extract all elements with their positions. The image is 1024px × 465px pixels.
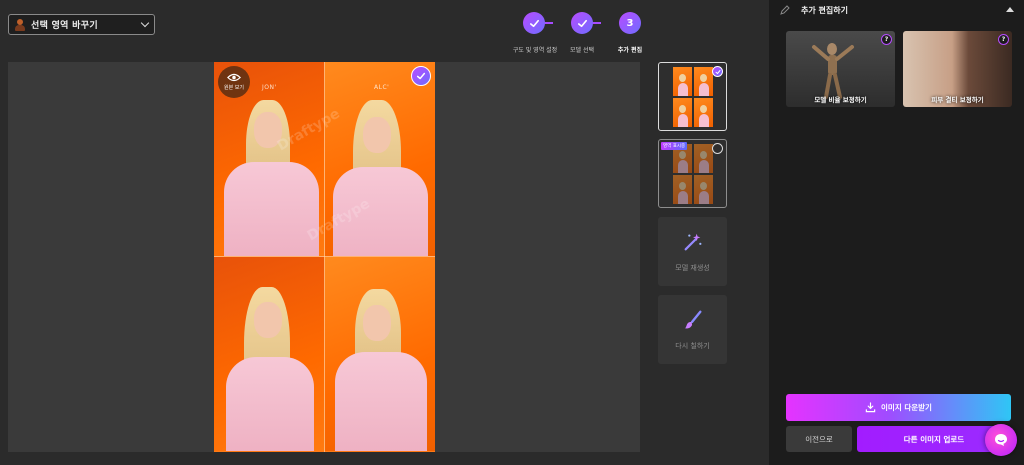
- feature-label: 모델 비율 보정하기: [814, 96, 867, 104]
- step-indicator: 3 구도 및 영역 설정 모델 선택 추가 편집: [505, 12, 655, 56]
- eye-icon: [227, 73, 241, 82]
- regenerate-model-label: 모델 재생성: [675, 263, 710, 272]
- feature-label: 피부 결티 보정하기: [931, 96, 984, 104]
- step-2-label: 모델 선택: [570, 47, 594, 54]
- previous-button[interactable]: 이전으로: [786, 426, 852, 452]
- thumbnail-radio[interactable]: [712, 143, 723, 154]
- area-display-tag: 영역 표시중: [661, 142, 688, 150]
- result-thumbnail-1[interactable]: [658, 62, 727, 131]
- editor-canvas: JON' ALC' Draftype Draftype 원본 보기: [8, 62, 640, 452]
- panel-header[interactable]: 추가 편집하기: [769, 0, 1024, 20]
- right-panel: 추가 편집하기 모델 비율 보정하기 ? 피부 결티 보정하기 ? 이미지 다운…: [769, 0, 1024, 465]
- step-3-number: 3: [619, 12, 641, 34]
- edit-pen-icon: [780, 5, 790, 15]
- app-root: 선택 영역 바꾸기 3 구도 및 영역 설정 모델 선택 추가 편집 JON' …: [0, 0, 1024, 465]
- image-quadrant: [325, 257, 435, 451]
- chevron-down-icon: [140, 18, 150, 28]
- check-icon: [577, 19, 587, 27]
- repaint-label: 다시 칠하기: [675, 341, 710, 350]
- mannequin-image: [812, 43, 854, 99]
- download-label: 이미지 다운받기: [881, 403, 932, 412]
- help-icon[interactable]: ?: [998, 34, 1009, 45]
- magic-wand-icon: [684, 233, 701, 250]
- feature-model-ratio[interactable]: 모델 비율 보정하기 ?: [786, 31, 895, 107]
- collapse-arrow-icon[interactable]: [1006, 7, 1014, 12]
- person-icon: [15, 18, 25, 31]
- area-select-label: 선택 영역 바꾸기: [31, 21, 98, 31]
- regenerate-model-button[interactable]: 모델 재생성: [658, 217, 727, 286]
- step-2-check: [571, 12, 593, 34]
- repaint-button[interactable]: 다시 칠하기: [658, 295, 727, 364]
- image-divider: [214, 256, 435, 257]
- help-icon[interactable]: ?: [881, 34, 892, 45]
- view-original-label: 원본 보기: [224, 85, 244, 91]
- step-1-check: [523, 12, 545, 34]
- area-select-dropdown[interactable]: 선택 영역 바꾸기: [8, 14, 155, 35]
- result-image: JON' ALC' Draftype Draftype 원본 보기: [214, 62, 435, 452]
- download-icon: [865, 402, 876, 413]
- selected-check-badge: [411, 66, 431, 86]
- download-image-button[interactable]: 이미지 다운받기: [786, 394, 1011, 421]
- chat-support-button[interactable]: [985, 424, 1017, 456]
- result-thumbnail-2[interactable]: 영역 표시중: [658, 139, 727, 208]
- thumbnail-check-icon: [712, 66, 723, 77]
- step-1-label: 구도 및 영역 설정: [512, 47, 558, 54]
- view-original-button[interactable]: 원본 보기: [218, 66, 250, 98]
- chat-icon: [995, 434, 1007, 446]
- feature-skin-retouch[interactable]: 피부 결티 보정하기 ?: [903, 31, 1012, 107]
- step-3-label: 추가 편집: [617, 47, 643, 54]
- model-label: JON': [262, 84, 277, 91]
- model-label: ALC': [374, 84, 390, 91]
- check-icon: [529, 19, 539, 27]
- paint-brush-icon: [684, 310, 702, 328]
- panel-title: 추가 편집하기: [801, 5, 848, 15]
- check-icon: [416, 72, 426, 80]
- image-quadrant: [214, 257, 324, 451]
